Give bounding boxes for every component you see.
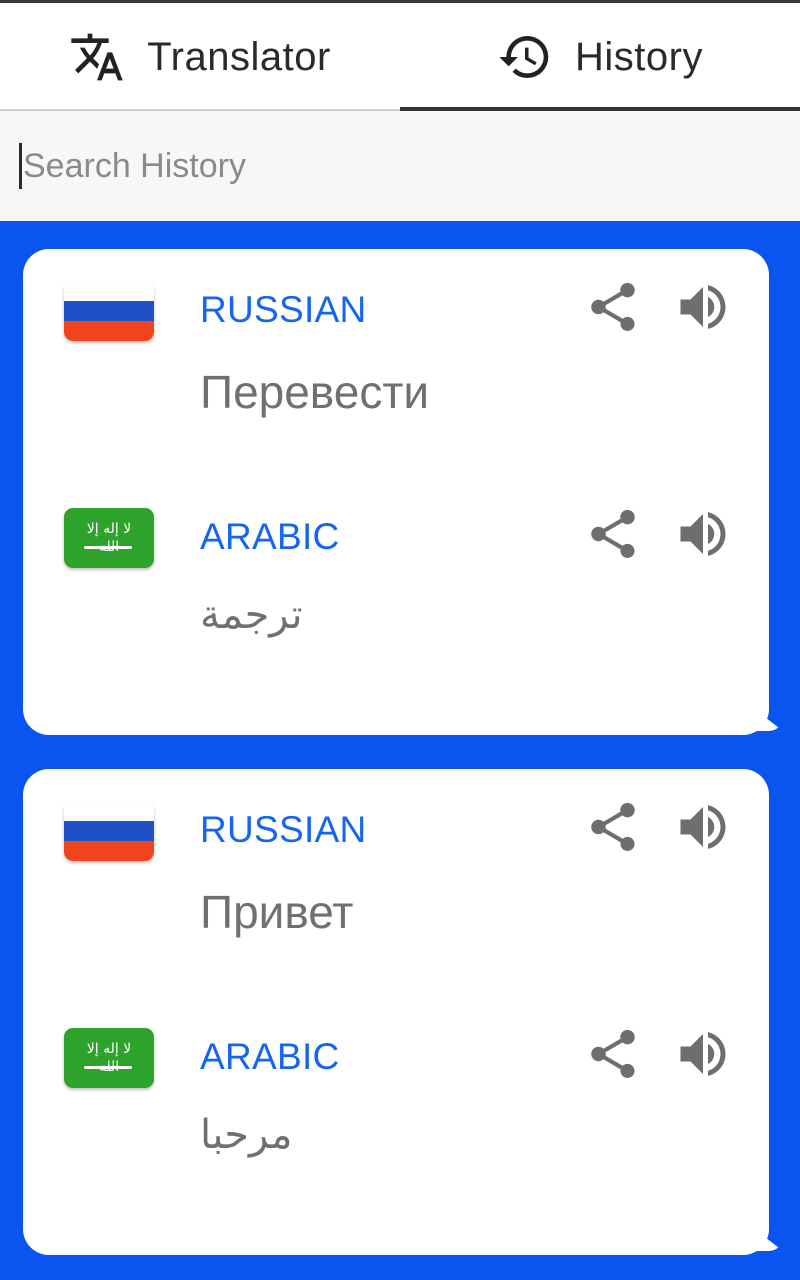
source-entry: RUSSIAN Перевести	[23, 249, 769, 449]
card-tail	[757, 711, 783, 731]
target-language-label: ARABIC	[200, 1036, 340, 1077]
history-card: RUSSIAN Перевести ﻻ ﺇﻟﻪ ﺇﻻ ﺍﻟﻠﻪ ARABIC ت…	[23, 249, 783, 735]
source-language-label: RUSSIAN	[200, 289, 367, 330]
source-language-label: RUSSIAN	[200, 809, 367, 850]
russia-flag-icon	[64, 281, 154, 341]
tab-history[interactable]: History	[400, 3, 800, 111]
text-cursor	[19, 143, 22, 189]
volume-icon	[680, 512, 726, 556]
history-icon	[497, 29, 553, 85]
target-language-label: ARABIC	[200, 516, 340, 557]
tab-translator-label: Translator	[147, 34, 331, 79]
volume-icon	[680, 805, 726, 849]
share-icon	[591, 282, 635, 331]
saudi-arabia-flag-icon: ﻻ ﺇﻟﻪ ﺇﻻ ﺍﻟﻠﻪ	[64, 508, 154, 568]
history-card: RUSSIAN Привет ﻻ ﺇﻟﻪ ﺇﻻ ﺍﻟﻠﻪ ARABIC مرحب…	[23, 769, 783, 1255]
search-input[interactable]	[23, 146, 723, 186]
tab-history-label: History	[575, 34, 703, 79]
volume-icon	[680, 1032, 726, 1076]
speak-button[interactable]	[671, 502, 735, 566]
target-text: مرحبا	[200, 1112, 293, 1158]
share-button[interactable]	[581, 275, 645, 339]
target-entry: ﻻ ﺇﻟﻪ ﺇﻻ ﺍﻟﻠﻪ ARABIC ترجمة	[23, 476, 769, 676]
share-button[interactable]	[581, 795, 645, 859]
search-bar	[0, 111, 800, 221]
speak-button[interactable]	[671, 1022, 735, 1086]
card-tail	[757, 1231, 783, 1251]
share-icon	[591, 1029, 635, 1078]
russia-flag-icon	[64, 801, 154, 861]
share-icon	[591, 802, 635, 851]
source-text: Перевести	[200, 366, 430, 418]
source-entry: RUSSIAN Привет	[23, 769, 769, 969]
translate-icon	[69, 29, 125, 85]
target-entry: ﻻ ﺇﻟﻪ ﺇﻻ ﺍﻟﻠﻪ ARABIC مرحبا	[23, 996, 769, 1196]
speak-button[interactable]	[671, 275, 735, 339]
target-text: ترجمة	[200, 592, 303, 638]
share-button[interactable]	[581, 1022, 645, 1086]
speak-button[interactable]	[671, 795, 735, 859]
saudi-arabia-flag-icon: ﻻ ﺇﻟﻪ ﺇﻻ ﺍﻟﻠﻪ	[64, 1028, 154, 1088]
tab-bar: Translator History	[0, 3, 800, 111]
tab-translator[interactable]: Translator	[0, 3, 400, 111]
share-button[interactable]	[581, 502, 645, 566]
source-text: Привет	[200, 886, 354, 938]
volume-icon	[680, 285, 726, 329]
share-icon	[591, 509, 635, 558]
